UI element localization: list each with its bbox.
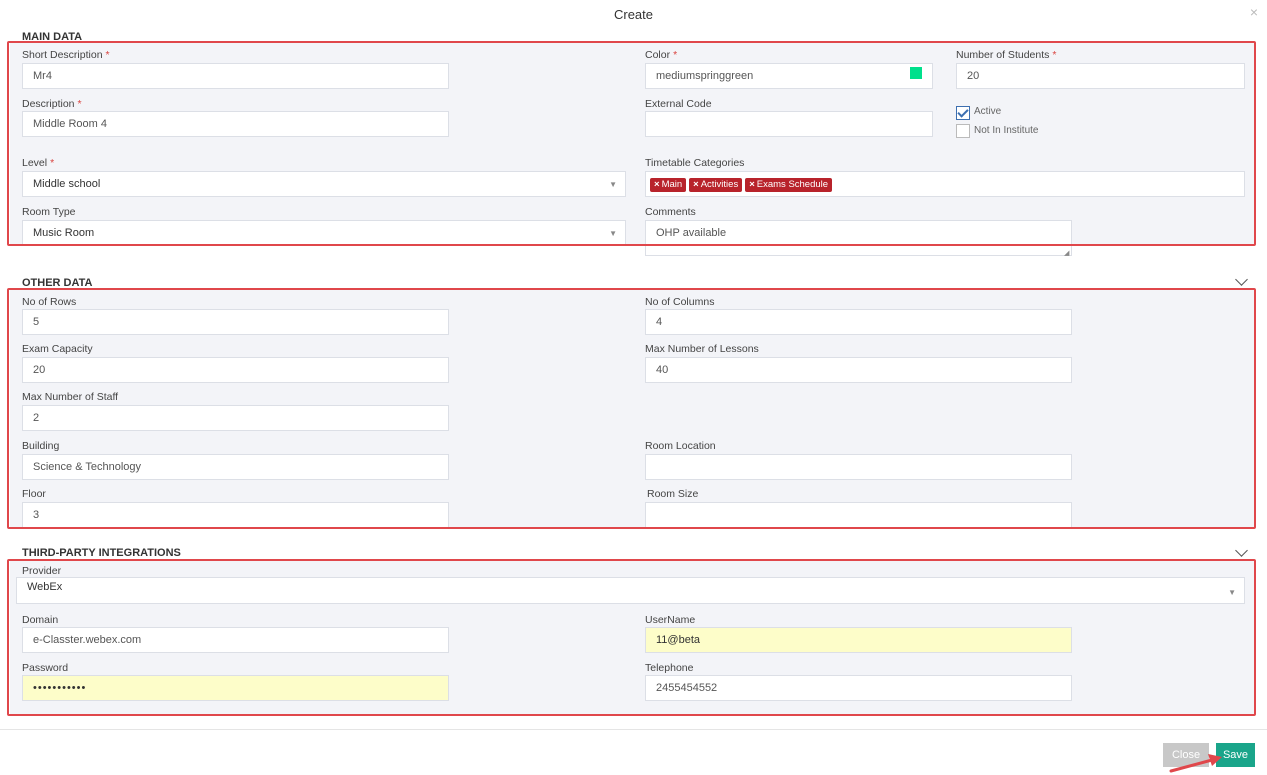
footer-divider	[0, 729, 1267, 730]
chevron-down-icon[interactable]	[1235, 544, 1248, 557]
modal-title: Create	[613, 7, 654, 22]
highlight-integrations	[7, 559, 1256, 716]
chevron-down-icon[interactable]	[1235, 273, 1248, 286]
resize-handle-icon[interactable]: ◢	[1064, 249, 1069, 257]
highlight-other-data	[7, 288, 1256, 529]
close-icon[interactable]: ×	[1250, 4, 1258, 20]
highlight-main-data	[7, 41, 1256, 246]
section-title-integrations: THIRD-PARTY INTEGRATIONS	[22, 547, 181, 559]
arrow-annotation-icon	[1169, 754, 1222, 773]
